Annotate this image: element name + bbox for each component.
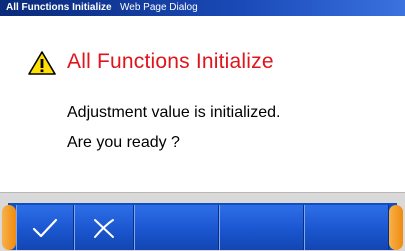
message-line-1: Adjustment value is initialized. <box>67 104 281 121</box>
fkey-bar-left-cap <box>2 205 16 250</box>
function-key-5[interactable] <box>304 205 389 250</box>
dialog-heading: All Functions Initialize <box>67 50 274 73</box>
function-key-3[interactable] <box>134 205 219 250</box>
ok-button[interactable] <box>16 205 74 250</box>
fkey-bar-right-cap <box>389 205 403 250</box>
warning-icon <box>28 51 56 75</box>
cancel-x-icon <box>94 218 114 238</box>
window-titlebar: All Functions Initialize Web Page Dialog <box>0 0 405 16</box>
function-key-4[interactable] <box>219 205 304 250</box>
message-line-2: Are you ready ? <box>67 134 180 151</box>
dialog-body: All Functions Initialize Adjustment valu… <box>0 16 405 192</box>
cancel-button[interactable] <box>74 205 134 250</box>
titlebar-app-title: All Functions Initialize <box>6 2 112 13</box>
checkmark-icon <box>32 218 58 237</box>
titlebar-window-label: Web Page Dialog <box>120 2 198 13</box>
